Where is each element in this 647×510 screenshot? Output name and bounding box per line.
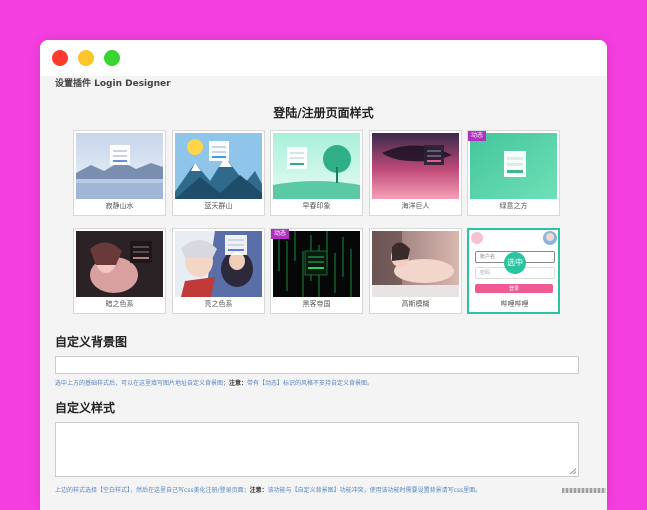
- theme-thumbnail: [76, 133, 163, 199]
- style-help-note: 该功能与【自定义背景图】功能冲突，使用该功能时需要设置背景请写css里面。: [267, 487, 482, 494]
- theme-tile-bilibili[interactable]: 账户名 密码 登录 选中 哔哩哔哩: [467, 228, 560, 314]
- selected-indicator: 选中: [504, 252, 526, 274]
- gallery-heading: 登陆/注册页面样式: [273, 106, 374, 120]
- title-bar: [40, 40, 607, 76]
- theme-label: 海洋巨人: [401, 202, 430, 210]
- theme-tile-matrix[interactable]: 动态 黑客帝国: [270, 228, 363, 314]
- username-placeholder: 账户名: [480, 254, 496, 260]
- background-help-text: 选中上方的基础样式后，可以在这里填写图片地址自定义背景图；注意：带有【动态】标识…: [55, 378, 373, 387]
- theme-thumbnail: [470, 133, 557, 199]
- theme-label: 早春印象: [302, 202, 331, 210]
- style-help-note-label: 注意：: [249, 487, 268, 494]
- background-help-prefix: 选中上方的基础样式后，可以在这里填写图片地址自定义背景图；: [55, 380, 230, 387]
- theme-label: 哔哩哔哩: [500, 300, 529, 308]
- theme-tile-silent-landscape[interactable]: 寂静山水: [73, 130, 166, 216]
- style-help-text: 上边的样式选择【空白样式】，然后在这里自己写css美化注册/登录页面；注意：该功…: [55, 485, 481, 494]
- background-help-note-label: 注意：: [229, 380, 248, 387]
- style-help-prefix: 上边的样式选择【空白样式】，然后在这里自己写css美化注册/登录页面；: [55, 487, 250, 494]
- dynamic-badge: 动态: [271, 229, 290, 239]
- theme-tile-ocean-giant[interactable]: 海洋巨人: [369, 130, 462, 216]
- login-button-preview: 登录: [475, 284, 553, 293]
- theme-thumbnail: [372, 231, 459, 297]
- minimize-window-button[interactable]: [78, 50, 94, 66]
- watermark: [562, 488, 606, 493]
- theme-label: 高斯模糊: [401, 300, 430, 308]
- theme-label: 亮之色系: [204, 300, 233, 308]
- maximize-window-button[interactable]: [104, 50, 120, 66]
- theme-label: 寂静山水: [105, 202, 134, 210]
- background-heading: 自定义背景图: [55, 335, 128, 349]
- theme-label: 蓝天群山: [204, 202, 233, 210]
- dynamic-badge: 动态: [468, 131, 487, 141]
- custom-css-textarea[interactable]: [55, 422, 579, 477]
- theme-thumbnail: [76, 231, 163, 297]
- theme-thumbnail: [175, 133, 262, 199]
- style-heading: 自定义样式: [55, 401, 116, 415]
- plugin-title: 设置插件 Login Designer: [55, 79, 171, 89]
- theme-thumbnail: [273, 231, 360, 297]
- theme-label: 暗之色系: [105, 300, 134, 308]
- theme-tile-light-color[interactable]: 亮之色系: [172, 228, 265, 314]
- close-window-button[interactable]: [52, 50, 68, 66]
- login-button-label: 登录: [508, 286, 519, 292]
- theme-thumbnail: [372, 133, 459, 199]
- theme-tile-early-spring[interactable]: 早春印象: [270, 130, 363, 216]
- theme-thumbnail: [273, 133, 360, 199]
- password-placeholder: 密码: [480, 270, 491, 276]
- theme-tile-gaussian-blur[interactable]: 高斯模糊: [369, 228, 462, 314]
- theme-tile-green-field[interactable]: 动态 绿意之方: [467, 130, 560, 216]
- theme-label: 黑客帝国: [302, 300, 331, 308]
- background-help-note: 带有【动态】标识的风格不支持自定义背景图。: [247, 380, 374, 387]
- theme-thumbnail: [175, 231, 262, 297]
- theme-label: 绿意之方: [499, 202, 528, 210]
- app-window: 设置插件 Login Designer 登陆/注册页面样式 寂静山水 蓝天群山 …: [40, 40, 607, 510]
- resize-handle[interactable]: [570, 468, 576, 474]
- theme-tile-blue-sky-mountains[interactable]: 蓝天群山: [172, 130, 265, 216]
- background-url-input[interactable]: [55, 356, 579, 374]
- theme-tile-dark-color[interactable]: 暗之色系: [73, 228, 166, 314]
